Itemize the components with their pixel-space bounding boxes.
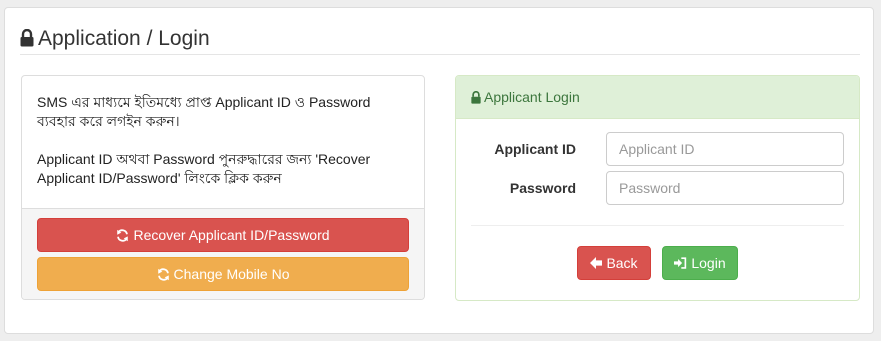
login-heading-text: Applicant Login [484,89,580,105]
change-mobile-button[interactable]: Change Mobile No [37,257,409,291]
password-label: Password [509,180,576,196]
lock-icon [20,29,34,47]
back-button-label: Back [606,255,638,271]
change-mobile-label: Change Mobile No [173,266,290,282]
arrow-left-icon [590,257,603,269]
lock-icon [471,90,481,104]
info-text-recover: Applicant ID অথবা Password পুনরুদ্ধারের … [37,151,371,186]
refresh-icon [116,228,129,242]
info-panel-body: SMS এর মাধ্যমে ইতিমধ্যে প্রাপ্ত Applican… [22,76,424,208]
applicant-id-label: Applicant ID [494,141,576,157]
login-button-label: Login [691,255,726,271]
form-divider [471,225,844,226]
back-button[interactable]: Back [577,246,651,280]
sign-in-icon [674,257,687,269]
login-panel: Applicant Login Applicant ID Password Ba… [455,75,860,301]
recover-button-label: Recover Applicant ID/Password [133,227,330,243]
applicant-id-input[interactable] [606,132,844,166]
password-input[interactable] [606,171,844,205]
recover-applicant-button[interactable]: Recover Applicant ID/Password [37,218,409,252]
page-title-text: Application / Login [38,27,210,50]
login-button[interactable]: Login [662,246,738,280]
main-container: Application / Login SMS এর মাধ্যমে ইতিমধ… [4,7,874,334]
refresh-icon [157,267,170,281]
info-text-login: SMS এর মাধ্যমে ইতিমধ্যে প্রাপ্ত Applican… [37,94,371,129]
page-title: Application / Login [20,26,860,55]
info-panel-footer: Recover Applicant ID/Password Change Mob… [22,208,424,299]
info-panel: SMS এর মাধ্যমে ইতিমধ্যে প্রাপ্ত Applican… [21,75,425,300]
login-panel-heading: Applicant Login [456,76,859,119]
